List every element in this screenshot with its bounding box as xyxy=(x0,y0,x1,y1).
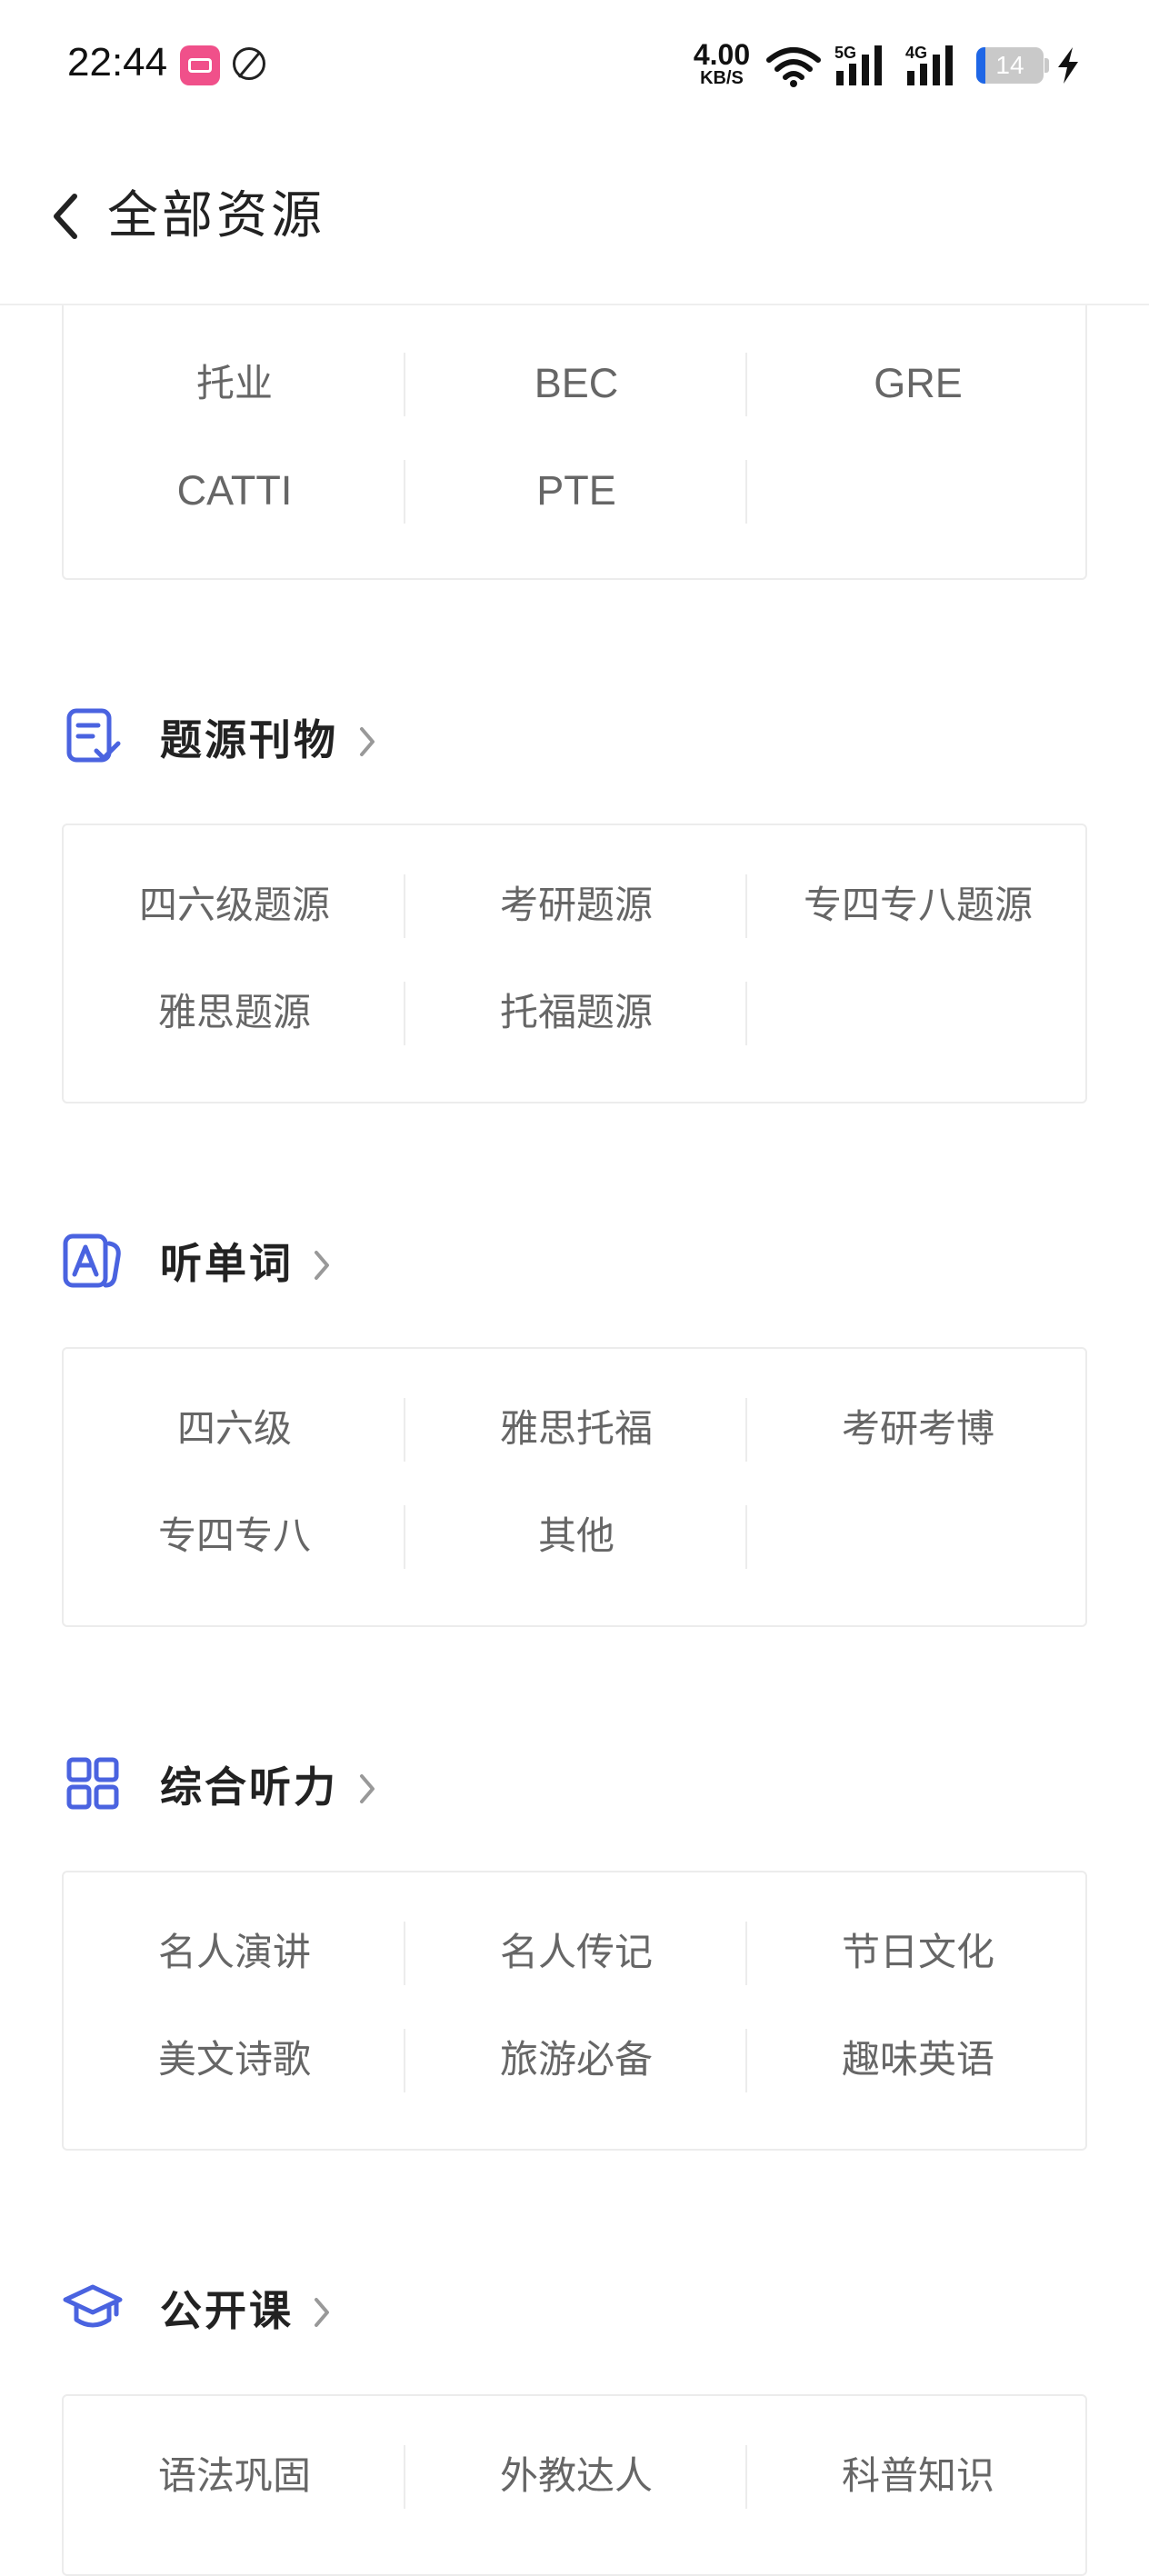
resource-item[interactable]: 名人演讲 xyxy=(64,1916,405,1989)
resource-item[interactable]: 托福题源 xyxy=(405,976,747,1049)
section-title: 题源刊物 xyxy=(160,715,338,764)
resource-item[interactable]: 考研题源 xyxy=(405,869,747,942)
resource-item[interactable]: 考研考博 xyxy=(747,1393,1089,1465)
section-title: 听单词 xyxy=(160,1239,294,1288)
bilibili-app-icon xyxy=(180,45,220,85)
listening-card: 名人演讲 名人传记 节日文化 美文诗歌 旅游必备 趣味英语 xyxy=(62,1871,1087,2151)
document-check-icon xyxy=(66,708,121,763)
resource-item[interactable]: 节日文化 xyxy=(747,1916,1089,1989)
resource-item[interactable]: 雅思托福 xyxy=(405,1393,747,1465)
resource-item[interactable]: CATTI xyxy=(64,454,405,527)
chevron-right-icon xyxy=(315,1251,329,1280)
resource-item[interactable]: 趣味英语 xyxy=(747,2023,1089,2096)
chevron-right-icon xyxy=(360,1774,375,1803)
network-speed: 4.00 KB/S xyxy=(689,40,754,87)
resource-item[interactable]: GRE xyxy=(747,347,1089,420)
resource-item[interactable]: 名人传记 xyxy=(405,1916,747,1989)
tiyuan-card: 四六级题源 考研题源 专四专八题源 雅思题源 托福题源 xyxy=(62,824,1087,1103)
page-title: 全部资源 xyxy=(107,186,325,245)
network-speed-unit: KB/S xyxy=(700,68,744,88)
resource-item[interactable]: 美文诗歌 xyxy=(64,2023,405,2096)
grid-icon xyxy=(66,1757,119,1810)
column-divider xyxy=(745,982,747,1045)
resource-item[interactable]: 四六级题源 xyxy=(64,869,405,942)
no-disturb-icon xyxy=(233,47,265,80)
status-time: 22:44 xyxy=(67,40,168,85)
graduation-cap-icon xyxy=(63,2284,123,2328)
resource-item[interactable]: PTE xyxy=(405,454,747,527)
status-bar: 22:44 4.00 KB/S 5G 4G 14 xyxy=(0,0,1149,127)
app-header: 全部资源 xyxy=(0,127,1149,305)
signal-icon xyxy=(907,45,953,85)
battery-icon: 14 xyxy=(976,47,1044,84)
section-title: 公开课 xyxy=(160,2286,294,2335)
section-header-words[interactable]: 听单词 xyxy=(62,1223,407,1296)
resource-item[interactable]: 托业 xyxy=(64,347,405,420)
courses-card: 语法巩固 外教达人 科普知识 xyxy=(62,2394,1087,2576)
resource-item[interactable]: 外教达人 xyxy=(405,2440,747,2512)
wifi-icon xyxy=(766,47,821,87)
battery-cap xyxy=(1044,58,1049,73)
resource-item[interactable]: 专四专八题源 xyxy=(747,869,1089,942)
section-header-listening[interactable]: 综合听力 xyxy=(62,1747,444,1820)
letter-a-card-icon xyxy=(63,1233,121,1288)
resource-item[interactable]: 专四专八 xyxy=(64,1500,405,1573)
resource-item[interactable]: 旅游必备 xyxy=(405,2023,747,2096)
section-header-courses[interactable]: 公开课 xyxy=(62,2271,407,2343)
resource-item[interactable]: 其他 xyxy=(405,1500,747,1573)
column-divider xyxy=(745,460,747,524)
section-header-tiyuan[interactable]: 题源刊物 xyxy=(62,700,444,773)
charging-icon xyxy=(1058,47,1078,84)
chevron-right-icon xyxy=(360,727,375,756)
section-title: 综合听力 xyxy=(160,1762,338,1812)
resource-item[interactable]: 雅思题源 xyxy=(64,976,405,1049)
resource-item[interactable]: 语法巩固 xyxy=(64,2440,405,2512)
signal-icon xyxy=(836,45,882,85)
chevron-right-icon xyxy=(315,2298,329,2327)
words-card: 四六级 雅思托福 考研考博 专四专八 其他 xyxy=(62,1347,1087,1627)
resource-item[interactable]: 四六级 xyxy=(64,1393,405,1465)
column-divider xyxy=(745,1505,747,1569)
battery-level: 14 xyxy=(995,51,1024,79)
resource-item[interactable]: 科普知识 xyxy=(747,2440,1089,2512)
resource-item[interactable]: BEC xyxy=(405,347,747,420)
exams-card: 托业 BEC GRE CATTI PTE xyxy=(62,305,1087,580)
chevron-left-icon[interactable] xyxy=(45,187,85,245)
network-speed-value: 4.00 xyxy=(693,38,751,71)
